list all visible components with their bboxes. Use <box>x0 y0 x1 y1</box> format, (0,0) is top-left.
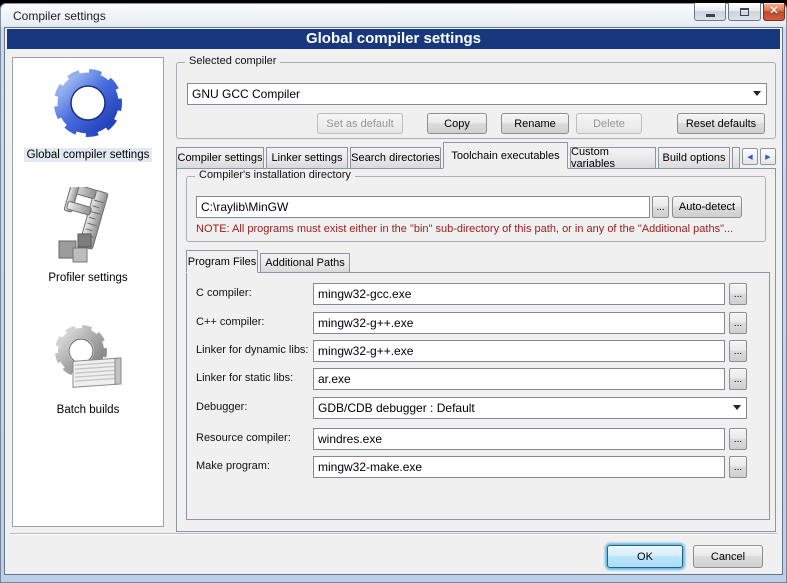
make-program-browse-button[interactable]: ... <box>729 456 747 478</box>
settings-category-list: Global compiler settings <box>12 57 164 527</box>
tab-linker-settings[interactable]: Linker settings <box>266 147 348 169</box>
gray-gear-papers-icon <box>49 319 127 397</box>
blue-gear-icon <box>49 64 127 142</box>
ok-button[interactable]: OK <box>607 545 683 568</box>
make-program-label: Make program: <box>196 460 270 472</box>
tab-build-options[interactable]: Build options <box>658 147 730 169</box>
debugger-label: Debugger: <box>196 401 247 413</box>
cancel-button[interactable]: Cancel <box>693 545 763 568</box>
subtab-program-files[interactable]: Program Files <box>186 250 258 273</box>
c-compiler-label: C compiler: <box>196 287 252 299</box>
tab-scroll-left-button[interactable]: ◀ <box>742 148 758 165</box>
bin-subdirectory-note: NOTE: All programs must exist either in … <box>196 223 733 235</box>
delete-button[interactable]: Delete <box>576 113 642 134</box>
sidebar-item-batch-builds[interactable]: Batch builds <box>13 319 163 418</box>
reset-defaults-button[interactable]: Reset defaults <box>677 113 765 134</box>
tab-search-directories[interactable]: Search directories <box>350 147 441 169</box>
c-compiler-input[interactable] <box>313 283 725 305</box>
compiler-select[interactable]: GNU GCC Compiler <box>187 83 767 105</box>
minimize-button[interactable] <box>694 3 726 21</box>
selected-compiler-group: Selected compiler GNU GCC Compiler Set a… <box>176 62 776 139</box>
close-icon: ✕ <box>769 6 778 17</box>
resource-compiler-label: Resource compiler: <box>196 432 291 444</box>
set-as-default-button[interactable]: Set as default <box>317 113 403 134</box>
cpp-compiler-browse-button[interactable]: ... <box>729 312 747 334</box>
page-title: Global compiler settings <box>7 29 780 49</box>
window-title: Compiler settings <box>13 9 106 23</box>
maximize-icon <box>740 8 749 16</box>
footer-separator <box>10 533 777 535</box>
compiler-settings-window: Compiler settings ✕ Global compiler sett… <box>0 0 787 583</box>
sidebar-item-profiler-settings[interactable]: Profiler settings <box>13 187 163 286</box>
installation-directory-browse-button[interactable]: ... <box>652 196 669 218</box>
linker-dynamic-input[interactable] <box>313 340 725 362</box>
resource-compiler-browse-button[interactable]: ... <box>729 428 747 450</box>
linker-dynamic-label: Linker for dynamic libs: <box>196 344 309 356</box>
sidebar-item-global-compiler-settings[interactable]: Global compiler settings <box>13 64 163 163</box>
sidebar-item-label: Global compiler settings <box>24 148 153 162</box>
selected-compiler-legend: Selected compiler <box>185 55 280 67</box>
tab-scroll-right-button[interactable]: ▶ <box>760 148 776 165</box>
linker-static-input[interactable] <box>313 368 725 390</box>
sidebar-item-label: Profiler settings <box>45 271 130 285</box>
sidebar-item-label: Batch builds <box>54 403 123 417</box>
program-files-panel <box>186 272 770 520</box>
tab-custom-variables[interactable]: Custom variables <box>570 147 656 169</box>
auto-detect-button[interactable]: Auto-detect <box>672 196 742 218</box>
subtab-additional-paths[interactable]: Additional Paths <box>260 253 350 273</box>
chevron-down-icon <box>733 405 741 410</box>
arrow-left-icon: ◀ <box>747 153 752 161</box>
cpp-compiler-label: C++ compiler: <box>196 316 264 328</box>
cpp-compiler-input[interactable] <box>313 312 725 334</box>
rename-button[interactable]: Rename <box>501 113 569 134</box>
resource-compiler-input[interactable] <box>313 428 725 450</box>
compiler-select-value: GNU GCC Compiler <box>192 87 300 101</box>
minimize-icon <box>706 14 715 17</box>
installation-directory-input[interactable] <box>196 196 650 218</box>
linker-dynamic-browse-button[interactable]: ... <box>729 340 747 362</box>
installation-directory-legend: Compiler's installation directory <box>195 169 355 181</box>
linker-static-label: Linker for static libs: <box>196 372 293 384</box>
caliper-icon <box>49 187 127 265</box>
tab-overflow[interactable] <box>732 147 740 169</box>
maximize-button[interactable] <box>728 3 761 21</box>
linker-static-browse-button[interactable]: ... <box>729 368 747 390</box>
debugger-select-value: GDB/CDB debugger : Default <box>318 401 475 415</box>
copy-button[interactable]: Copy <box>427 113 487 134</box>
debugger-select[interactable]: GDB/CDB debugger : Default <box>313 397 747 419</box>
arrow-right-icon: ▶ <box>765 153 770 161</box>
tab-compiler-settings[interactable]: Compiler settings <box>176 147 264 169</box>
make-program-input[interactable] <box>313 456 725 478</box>
c-compiler-browse-button[interactable]: ... <box>729 283 747 305</box>
chevron-down-icon <box>753 91 761 96</box>
close-button[interactable]: ✕ <box>763 3 785 21</box>
tab-toolchain-executables[interactable]: Toolchain executables <box>443 142 568 169</box>
